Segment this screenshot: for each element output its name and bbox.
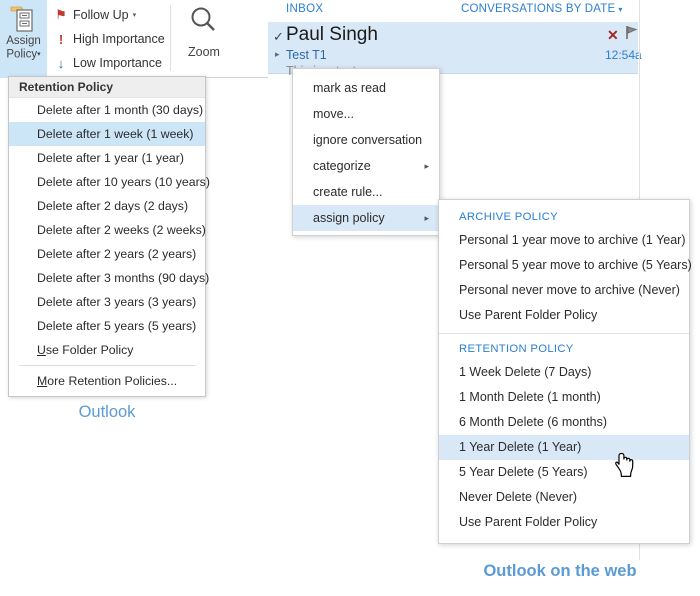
accesskey-letter: U <box>37 343 46 357</box>
inbox-label: INBOX <box>286 3 323 15</box>
flag-outline-icon[interactable] <box>625 25 638 45</box>
retention-policy-menu: Retention Policy Delete after 1 month (3… <box>8 76 206 397</box>
context-menu-item-create-rule[interactable]: create rule... <box>293 179 439 205</box>
high-importance-label: High Importance <box>73 32 165 46</box>
retention-policy-item[interactable]: 1 Week Delete (7 Days) <box>439 360 689 385</box>
archive-policy-item[interactable]: Personal 1 year move to archive (1 Year) <box>439 228 689 253</box>
follow-up-label: Follow Up <box>73 8 129 22</box>
follow-up-button[interactable]: ⚑ Follow Up ▾ <box>52 3 164 27</box>
retention-menu-item[interactable]: Delete after 3 years (3 years) <box>9 290 205 314</box>
ribbon-divider <box>170 5 171 71</box>
assign-policy-submenu: ARCHIVE POLICY Personal 1 year move to a… <box>438 199 690 544</box>
chevron-down-icon[interactable]: ▾ <box>133 11 137 19</box>
context-menu-item-ignore-conversation[interactable]: ignore conversation <box>293 127 439 153</box>
mail-sender-name: Paul Singh <box>286 24 378 46</box>
archive-policy-item[interactable]: Personal 5 year move to archive (5 Years… <box>439 253 689 278</box>
zoom-label: Zoom <box>176 45 232 59</box>
retention-menu-item[interactable]: Delete after 3 months (90 days) <box>9 266 205 290</box>
mail-list-row[interactable]: ✓ Paul Singh ▸ Test T1 This is a test ✕ … <box>268 22 638 74</box>
high-importance-button[interactable]: ! High Importance <box>52 27 164 51</box>
low-importance-button[interactable]: ↓ Low Importance <box>52 51 164 75</box>
retention-policy-item[interactable]: 1 Year Delete (1 Year) <box>439 435 689 460</box>
use-folder-policy-label: se Folder Policy <box>46 343 133 357</box>
chevron-right-icon: ▸ <box>424 153 429 179</box>
sort-selector-label: CONVERSATIONS BY DATE <box>461 3 615 15</box>
assign-policy-label-line1: Assign <box>6 35 41 48</box>
submenu-separator <box>439 333 689 334</box>
mail-context-menu: mark as read move... ignore conversation… <box>292 68 440 236</box>
use-folder-policy-item[interactable]: Use Folder Policy <box>9 338 205 362</box>
retention-menu-item[interactable]: Delete after 2 days (2 days) <box>9 194 205 218</box>
context-menu-item-move[interactable]: move... <box>293 101 439 127</box>
context-menu-item-label: assign policy <box>313 211 385 225</box>
sort-selector[interactable]: CONVERSATIONS BY DATE▾ <box>461 3 623 15</box>
retention-menu-item[interactable]: Delete after 1 month (30 days) <box>9 98 205 122</box>
ribbon-command-list: ⚑ Follow Up ▾ ! High Importance ↓ Low Im… <box>52 3 164 75</box>
retention-policy-item[interactable]: Use Parent Folder Policy <box>439 510 689 535</box>
assign-policy-button[interactable]: Assign Policy▾ <box>0 0 48 78</box>
assign-policy-icon <box>7 5 41 35</box>
flag-icon: ⚑ <box>52 7 70 23</box>
retention-menu-item[interactable]: Delete after 2 years (2 years) <box>9 242 205 266</box>
retention-menu-item[interactable]: Delete after 1 week (1 week) <box>9 122 205 146</box>
retention-policy-menu-header: Retention Policy <box>9 77 205 98</box>
retention-policy-item[interactable]: Never Delete (Never) <box>439 485 689 510</box>
archive-policy-item[interactable]: Personal never move to archive (Never) <box>439 278 689 303</box>
outlook-ribbon: Assign Policy▾ ⚑ Follow Up ▾ ! High Impo… <box>0 0 268 78</box>
retention-menu-item[interactable]: Delete after 2 weeks (2 weeks) <box>9 218 205 242</box>
retention-policy-item[interactable]: 5 Year Delete (5 Years) <box>439 460 689 485</box>
assign-policy-label-line2: Policy▾ <box>6 48 40 62</box>
retention-menu-item[interactable]: Delete after 10 years (10 years) <box>9 170 205 194</box>
owa-topbar: INBOX CONVERSATIONS BY DATE▾ <box>268 0 640 22</box>
retention-policy-header: RETENTION POLICY <box>439 338 689 360</box>
down-arrow-icon: ↓ <box>52 56 70 71</box>
magnifier-icon <box>187 4 221 38</box>
archive-policy-item[interactable]: Use Parent Folder Policy <box>439 303 689 328</box>
context-menu-item-label: categorize <box>313 159 371 173</box>
context-menu-item-categorize[interactable]: categorize ▸ <box>293 153 439 179</box>
more-retention-policies-label: ore Retention Policies... <box>47 374 177 388</box>
chevron-right-icon: ▸ <box>424 205 429 231</box>
assign-policy-label-text: Policy <box>6 49 37 61</box>
owa-caption: Outlook on the web <box>420 562 700 581</box>
chevron-down-icon[interactable]: ▾ <box>37 51 41 58</box>
chevron-down-icon: ▾ <box>618 5 622 14</box>
menu-separator <box>19 365 195 366</box>
accesskey-letter: M <box>37 374 47 388</box>
check-icon[interactable]: ✓ <box>273 29 284 45</box>
delete-icon[interactable]: ✕ <box>607 27 619 44</box>
more-retention-policies-item[interactable]: More Retention Policies... <box>9 369 205 393</box>
retention-policy-item[interactable]: 6 Month Delete (6 months) <box>439 410 689 435</box>
archive-policy-header: ARCHIVE POLICY <box>439 206 689 228</box>
chevron-right-icon[interactable]: ▸ <box>275 49 280 60</box>
mail-subject: Test T1 <box>286 48 327 62</box>
outlook-caption: Outlook <box>0 403 214 422</box>
retention-menu-item[interactable]: Delete after 1 year (1 year) <box>9 146 205 170</box>
context-menu-item-assign-policy[interactable]: assign policy ▸ <box>293 205 439 231</box>
retention-policy-item[interactable]: 1 Month Delete (1 month) <box>439 385 689 410</box>
context-menu-item-mark-as-read[interactable]: mark as read <box>293 75 439 101</box>
mail-timestamp: 12:54a <box>605 48 642 62</box>
retention-menu-item[interactable]: Delete after 5 years (5 years) <box>9 314 205 338</box>
low-importance-label: Low Importance <box>73 56 162 70</box>
zoom-button[interactable]: Zoom <box>176 4 232 59</box>
exclamation-icon: ! <box>52 32 70 47</box>
